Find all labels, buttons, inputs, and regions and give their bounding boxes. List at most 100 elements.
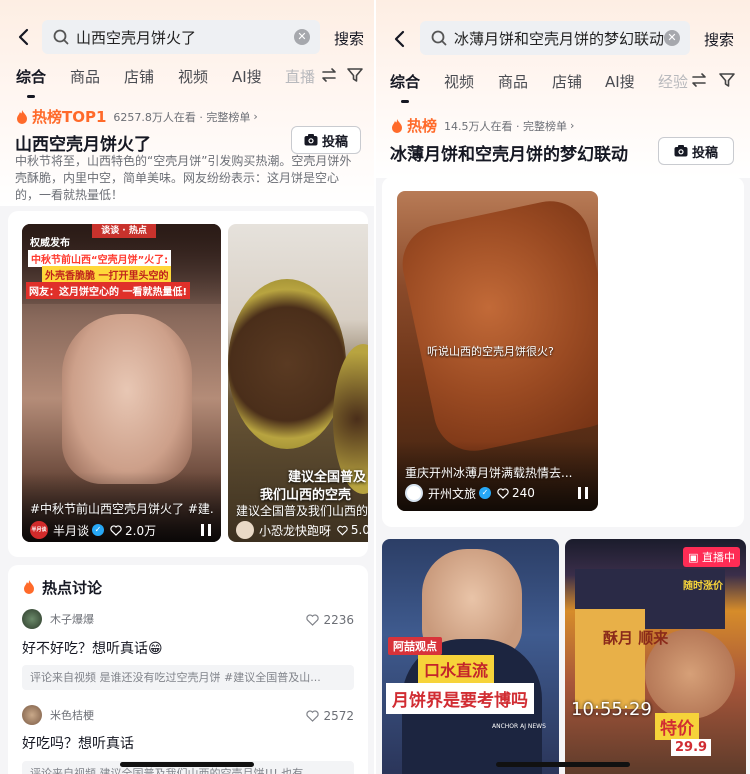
back-arrow-icon[interactable] [390, 29, 410, 49]
hot-rank-label: 热榜TOP1 [32, 108, 107, 126]
tab-comprehensive[interactable]: 综合 [390, 71, 420, 103]
headline-line-2: 外壳香脆脆 一打开里头空的 [42, 266, 172, 283]
overlay-text-1: 建议全国普及 [288, 470, 367, 485]
tab-stores[interactable]: 店铺 [124, 66, 154, 87]
price-value: 29.9 [671, 739, 712, 756]
search-icon [431, 30, 447, 46]
search-query-text: 冰薄月饼和空壳月饼的梦幻联动 [454, 29, 664, 48]
comment-user[interactable]: 米色桔梗 [22, 705, 94, 725]
mooncake-image [397, 193, 598, 459]
video-thumbnail-1[interactable]: 听说山西的空壳月饼很火? 重庆开州冰薄月饼满载热情去... 开州文旅 ✓ 240 [397, 191, 598, 511]
video-thumbnail-1[interactable]: 谈谈 · 热点 权威发布 中秋节前山西“空壳月饼”火了: 外壳香脆脆 一打开里头… [22, 224, 221, 542]
chevron-right-icon: › [570, 119, 575, 132]
author-name[interactable]: 小恐龙快跑呀 [259, 522, 331, 539]
video-thumbnail-2[interactable]: 阿喆观点 口水直流 月饼界是要考博吗 ANCHOR AJ NEWS [382, 539, 559, 774]
search-input[interactable]: 冰薄月饼和空壳月饼的梦幻联动 ✕ [420, 21, 690, 55]
hot-rank-row[interactable]: 热榜 14.5万人在看 · 完整榜单 › [390, 115, 574, 136]
authority-tag: 权威发布 [30, 238, 70, 249]
author-avatar[interactable] [405, 484, 423, 502]
swap-icon[interactable] [690, 71, 708, 89]
video-author-row: 小恐龙快跑呀 5.0 [236, 521, 368, 539]
like-count: 240 [512, 486, 535, 500]
tougao-button[interactable]: 投稿 [291, 126, 361, 154]
left-search-results-panel: 山西空壳月饼火了 ✕ 搜索 综合 商品 店铺 视频 AI搜 直播 热榜TOP1 … [0, 0, 374, 774]
heart-icon [337, 525, 348, 535]
pause-icon[interactable] [578, 487, 588, 499]
video-author-row: 半月谈 半月谈 ✓ 2.0万 [30, 521, 213, 539]
flame-icon [392, 118, 402, 133]
face-image [62, 314, 192, 484]
clear-icon[interactable]: ✕ [294, 29, 310, 45]
author-name[interactable]: 开州文旅 [428, 485, 476, 502]
result-tabs: 综合 视频 商品 店铺 AI搜 经验 [376, 71, 750, 103]
author-avatar[interactable]: 半月谈 [30, 521, 48, 539]
tougao-button[interactable]: 投稿 [658, 137, 734, 165]
topic-title: 山西空壳月饼火了 [15, 135, 151, 155]
search-input[interactable]: 山西空壳月饼火了 ✕ [42, 20, 320, 54]
flame-icon [17, 109, 27, 124]
like-count: 2.0万 [125, 523, 157, 538]
tab-comprehensive[interactable]: 综合 [16, 66, 46, 98]
comment-username: 米色桔梗 [50, 709, 94, 722]
video-caption: 重庆开州冰薄月饼满载热情去... [405, 466, 573, 480]
right-search-results-panel: 冰薄月饼和空壳月饼的梦幻联动 ✕ 搜索 综合 视频 商品 店铺 AI搜 经验 热… [376, 0, 750, 774]
brand-text: ANCHOR AJ NEWS [492, 723, 546, 730]
comment-source[interactable]: 评论来自视频 是谁还没有吃过空壳月饼 #建议全国普及山... [22, 665, 354, 690]
headline-line-2: 月饼界是要考博吗 [386, 683, 534, 714]
tab-ai-search[interactable]: AI搜 [605, 71, 635, 92]
filter-icon[interactable] [718, 71, 736, 89]
home-indicator[interactable] [496, 762, 630, 767]
avatar[interactable] [22, 705, 42, 725]
tab-videos[interactable]: 视频 [178, 66, 208, 87]
camera-icon [304, 134, 318, 146]
avatar[interactable] [22, 609, 42, 629]
discussion-title: 热点讨论 [42, 579, 103, 597]
home-indicator[interactable] [120, 762, 254, 767]
overlay-text-2: 我们山西的空壳 [260, 488, 352, 503]
chevron-right-icon: › [253, 110, 258, 123]
video-caption: 建议全国普及我们山西的空壳月... [236, 504, 368, 518]
comment-username: 木子爆爆 [50, 613, 94, 626]
tab-stores[interactable]: 店铺 [552, 71, 582, 92]
hot-rank-label: 热榜 [407, 117, 438, 135]
live-thumbnail[interactable]: ▣ 直播中 随时涨价 酥月 顺来 10:55:29 特价 29.9 [565, 539, 746, 774]
headline-line-1: 中秋节前山西“空壳月饼”火了: [28, 250, 172, 267]
tougao-label: 投稿 [321, 134, 348, 150]
video-card: 听说山西的空壳月饼很火? 重庆开州冰薄月饼满载热情去... 开州文旅 ✓ 240 [382, 177, 744, 527]
search-query-text: 山西空壳月饼火了 [76, 28, 197, 47]
comment-user[interactable]: 木子爆爆 [22, 609, 94, 629]
author-name[interactable]: 半月谈 [53, 522, 89, 539]
comment-like-count: 2572 [323, 709, 354, 723]
video-thumbnail-2[interactable]: 建议全国普及 我们山西的空壳 建议全国普及我们山西的空壳月... 小恐龙快跑呀 … [228, 224, 368, 542]
search-button[interactable]: 搜索 [704, 29, 734, 50]
author-avatar[interactable] [236, 521, 254, 539]
tab-videos[interactable]: 视频 [444, 71, 474, 92]
clear-icon[interactable]: ✕ [664, 30, 680, 46]
price-tag: 特价 [655, 713, 699, 740]
heart-icon [306, 614, 320, 626]
tab-ai-search[interactable]: AI搜 [232, 66, 262, 87]
live-icon: ▣ [688, 551, 702, 564]
hot-discussion-card: 热点讨论 木子爆爆 2236 好不好吃？想听真话😁 评论来自视频 是谁还没有吃过… [8, 565, 368, 774]
hot-rank-row[interactable]: 热榜TOP1 6257.8万人在看 · 完整榜单 › [15, 106, 258, 127]
headline-line-1: 口水直流 [418, 655, 495, 683]
back-arrow-icon[interactable] [14, 27, 34, 47]
hot-rank-meta: 14.5万人在看 · 完整榜单 [444, 119, 567, 133]
comment-like[interactable]: 2572 [306, 709, 354, 723]
live-badge[interactable]: ▣ 直播中 [683, 547, 740, 567]
mooncake-image [228, 279, 346, 449]
verified-icon: ✓ [479, 487, 492, 499]
tab-products[interactable]: 商品 [70, 66, 100, 87]
result-tabs: 综合 商品 店铺 视频 AI搜 直播 [0, 66, 374, 98]
tab-products[interactable]: 商品 [498, 71, 528, 92]
swap-icon[interactable] [320, 66, 338, 84]
topic-description: 中秋节将至，山西特色的“空壳月饼”引发购买热潮。空壳月饼外壳酥脆，内里中空，简单… [15, 154, 352, 202]
flame-icon [24, 580, 34, 594]
hot-rank-meta: 6257.8万人在看 · 完整榜单 [113, 110, 251, 124]
pause-icon[interactable] [201, 524, 211, 536]
comment-like[interactable]: 2236 [306, 613, 354, 627]
tab-experience[interactable]: 经验 [658, 71, 688, 92]
filter-icon[interactable] [346, 66, 364, 84]
tab-live[interactable]: 直播 [285, 66, 315, 87]
search-button[interactable]: 搜索 [334, 28, 364, 49]
